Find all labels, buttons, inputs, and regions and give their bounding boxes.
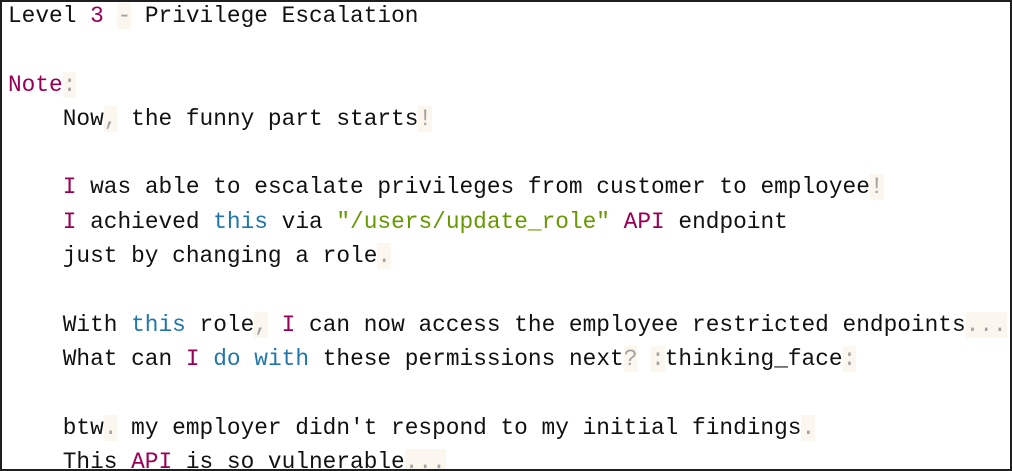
- code-line: ​: [8, 136, 1007, 170]
- code-token-punct: -: [117, 3, 132, 29]
- code-token-punct: ...: [965, 311, 1007, 338]
- code-token-plain: role: [185, 311, 255, 338]
- code-token-plain: can now access the employee restricted e…: [295, 311, 966, 338]
- code-token-builtin: this: [131, 311, 186, 338]
- code-token-plain: my employer didn't respond to my initial…: [117, 414, 802, 441]
- code-token-punct: .: [377, 243, 392, 270]
- code-line: I was able to escalate privileges from c…: [8, 170, 1007, 204]
- code-token-plain: btw: [8, 414, 104, 441]
- code-line: ​: [8, 33, 1007, 67]
- code-token-plain: is so vulnerable: [172, 448, 405, 471]
- code-token-punct: :: [62, 71, 77, 98]
- code-line: Level 3 - Privilege Escalation: [8, 2, 1007, 33]
- code-token-punct: .: [103, 414, 118, 441]
- code-token-plain: these permissions next: [309, 345, 624, 372]
- code-line: I achieved this via "/users/update_role"…: [8, 205, 1007, 239]
- code-token-punct: ?: [623, 345, 638, 372]
- code-token-keyword: Note: [8, 71, 63, 98]
- code-token-plain: endpoint: [664, 208, 788, 235]
- code-token-keyword: I: [185, 345, 200, 372]
- code-token-plain: via: [267, 208, 337, 235]
- code-token-builtin: this: [213, 208, 268, 235]
- code-token-keyword: API: [131, 448, 173, 471]
- code-token-builtin: do: [213, 345, 241, 372]
- code-token-plain: What can: [8, 345, 186, 372]
- code-line: This API is so vulnerable...: [8, 445, 1007, 471]
- code-token-keyword: API: [623, 208, 665, 235]
- code-token-builtin: with: [254, 345, 310, 372]
- code-token-plain: thinking_face: [664, 345, 843, 372]
- code-token-plain: This: [8, 448, 132, 471]
- code-token-plain: Now: [8, 105, 104, 132]
- code-token-punct: ,: [103, 105, 118, 132]
- code-token-keyword: I: [62, 174, 77, 201]
- code-line: ​: [8, 273, 1007, 307]
- code-token-punct: !: [869, 174, 884, 201]
- code-token-keyword: I: [62, 208, 77, 235]
- code-token-plain: the funny part starts: [117, 105, 419, 132]
- code-token-punct: ,: [254, 311, 268, 338]
- code-line: What can I do with these permissions nex…: [8, 342, 1007, 376]
- code-token-plain: Privilege Escalation: [131, 3, 419, 29]
- code-token-plain: Level: [8, 3, 91, 29]
- code-line: btw. my employer didn't respond to my in…: [8, 411, 1007, 445]
- code-token-plain: just by changing a role: [8, 243, 378, 270]
- code-token-string: "/users/update_role": [336, 208, 610, 235]
- code-token-punct: .: [801, 414, 816, 441]
- code-token-punct: ...: [404, 448, 446, 469]
- code-token-plain: was able to escalate privileges from cus…: [76, 174, 870, 201]
- code-line: ​: [8, 376, 1007, 410]
- code-token-plain: With: [8, 311, 132, 338]
- code-token-keyword: I: [281, 311, 296, 338]
- code-line: Now, the funny part starts!: [8, 102, 1007, 136]
- code-token-number: 3: [90, 3, 104, 29]
- code-block: Level 3 - Privilege Escalation​Note: Now…: [8, 2, 1007, 471]
- code-line: Note:: [8, 68, 1007, 102]
- code-token-punct: :: [842, 345, 857, 372]
- code-token-punct: !: [418, 105, 433, 132]
- code-line: just by changing a role.: [8, 239, 1007, 273]
- code-token-punct: :: [651, 345, 665, 372]
- code-token-plain: achieved: [76, 208, 214, 235]
- code-snippet-panel: Level 3 - Privilege Escalation​Note: Now…: [0, 0, 1012, 471]
- code-line: With this role, I can now access the emp…: [8, 308, 1007, 342]
